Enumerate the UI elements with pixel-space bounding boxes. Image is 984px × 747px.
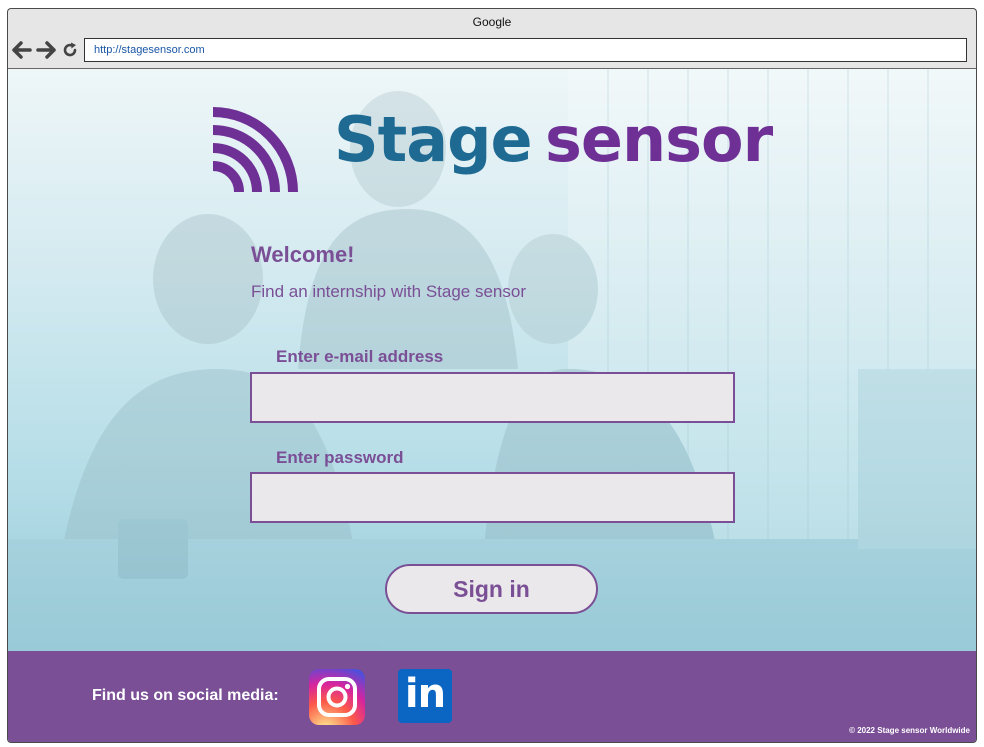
social-media-label: Find us on social media: [92,687,279,704]
sign-in-button[interactable]: Sign in [385,564,598,614]
login-page: Stage sensor Welcome! Find an internship… [8,69,976,651]
welcome-heading: Welcome! [251,242,355,267]
address-bar[interactable]: http://stagesensor.com [84,38,967,62]
signal-waves-icon [212,107,298,193]
tagline: Find an internship with Stage sensor [251,282,526,301]
forward-arrow-icon[interactable] [36,39,56,61]
browser-toolbar: http://stagesensor.com [8,35,976,69]
browser-window: Google http://stagesensor.com Stage sens… [7,8,977,743]
reload-icon[interactable] [60,39,80,61]
brand-name-stage: Stage [334,103,533,176]
linkedin-icon[interactable]: in [398,669,452,723]
email-label: Enter e-mail address [276,347,444,366]
footer: Find us on social media: in © 2022 Stage… [8,651,976,742]
password-field[interactable] [250,472,735,523]
linkedin-icon-text: in [404,671,446,717]
copyright-text: © 2022 Stage sensor Worldwide [849,726,970,735]
browser-title: Google [472,15,512,29]
email-field[interactable] [250,372,735,423]
back-arrow-icon[interactable] [12,39,32,61]
instagram-icon[interactable] [309,669,365,725]
brand-name-sensor: sensor [545,103,773,176]
password-label: Enter password [276,448,404,467]
